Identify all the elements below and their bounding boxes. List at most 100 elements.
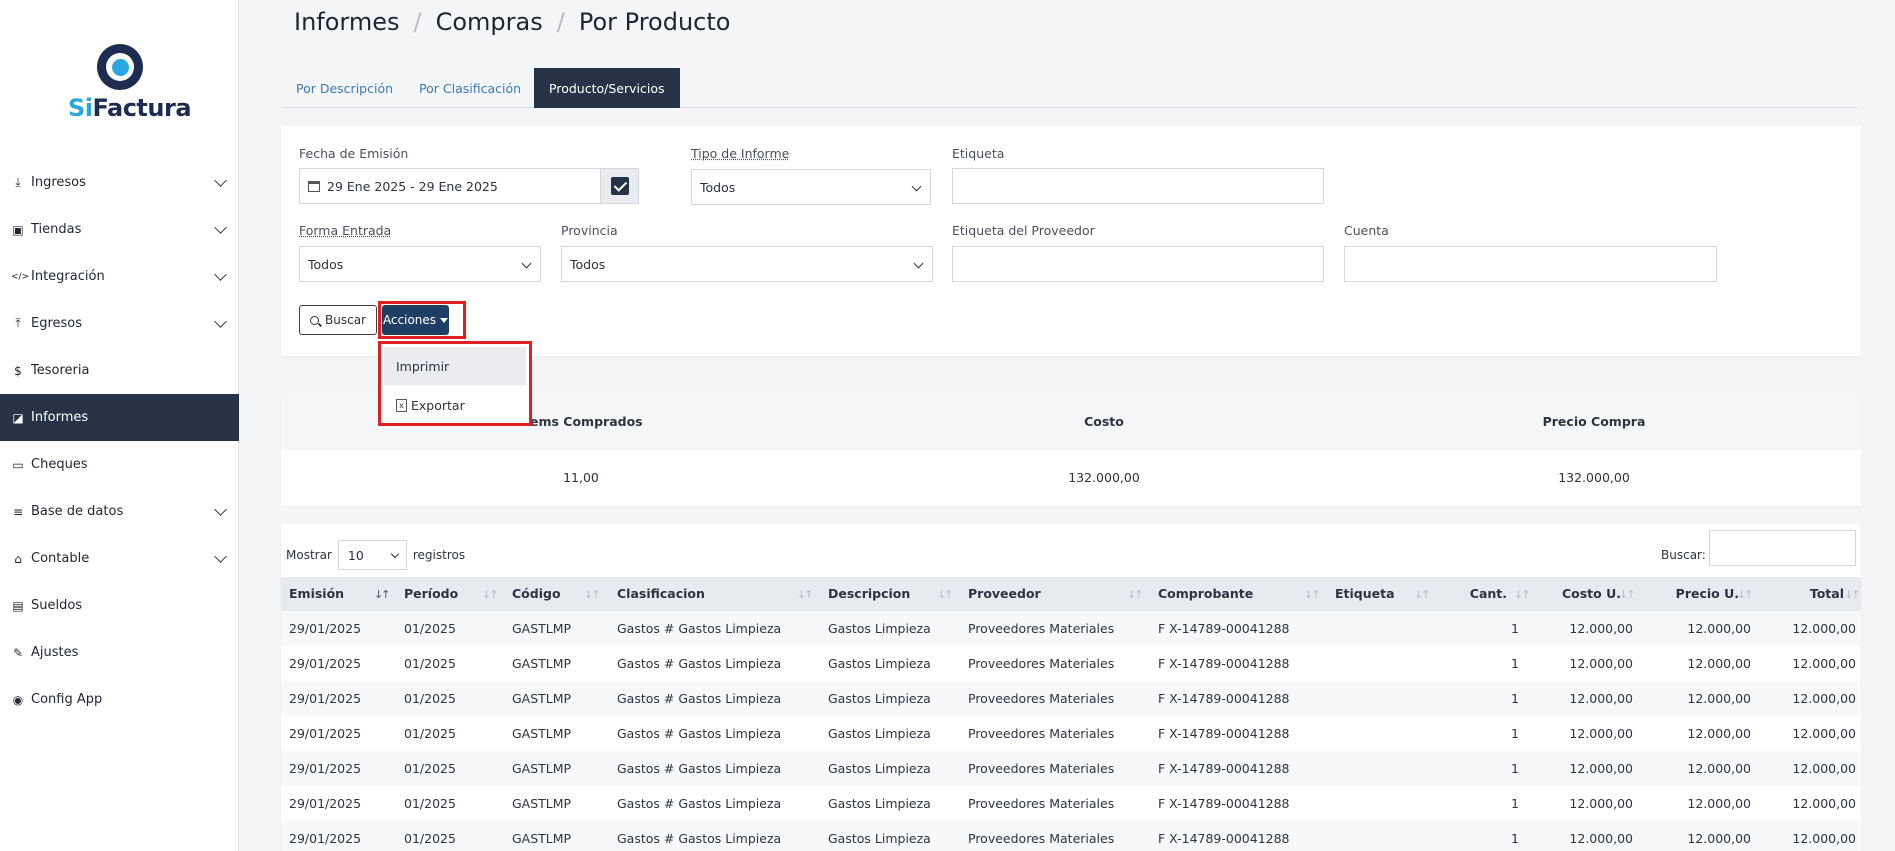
summary-header-precio: Precio Compra — [1542, 414, 1646, 429]
table-row[interactable]: 29/01/2025 01/2025 GASTLMP Gastos # Gastos … — [281, 751, 1861, 786]
sidebar-item-config-app[interactable]: ◉ Config App — [0, 676, 239, 723]
chevron-down-icon[interactable] — [214, 268, 227, 281]
breadcrumb-item-compras[interactable]: Compras — [436, 8, 543, 36]
sort-icon[interactable]: ↓↑ — [1514, 588, 1531, 601]
etiqueta-input[interactable] — [952, 168, 1324, 204]
table-cell: Gastos # Gastos Limpieza — [617, 656, 782, 671]
sidebar-item-informes[interactable]: ◪ Informes — [0, 394, 239, 441]
table-cell: Proveedores Materiales — [968, 761, 1115, 776]
chevron-down-icon[interactable] — [214, 315, 227, 328]
breadcrumb-separator: / — [413, 8, 422, 36]
table-row[interactable]: 29/01/2025 01/2025 GASTLMP Gastos # Gastos … — [281, 611, 1861, 646]
book-icon: ▤ — [12, 598, 24, 613]
column-header-comprobante[interactable]: Comprobante — [1158, 577, 1253, 611]
column-header-total[interactable]: Total — [1810, 577, 1844, 611]
sort-icon[interactable]: ↓↑ — [797, 588, 814, 601]
forma-entrada-label: Forma Entrada — [299, 223, 392, 238]
sort-icon[interactable]: ↓↑ — [937, 588, 954, 601]
provincia-select[interactable]: Todos — [561, 246, 933, 282]
menu-item-exportar[interactable]: x Exportar — [384, 386, 526, 424]
table-row[interactable]: 29/01/2025 01/2025 GASTLMP Gastos # Gastos … — [281, 681, 1861, 716]
sidebar-item-ingresos[interactable]: ⤓ Ingresos — [0, 159, 239, 206]
cuenta-input[interactable] — [1344, 246, 1717, 282]
table-cell: 29/01/2025 — [289, 761, 362, 776]
sidebar-item-ajustes[interactable]: ✎ Ajustes — [0, 629, 239, 676]
chevron-down-icon[interactable] — [214, 221, 227, 234]
sort-icon[interactable]: ↓↑ — [1414, 588, 1431, 601]
page-length-select[interactable]: 10 — [337, 540, 407, 570]
column-header-período[interactable]: Período — [404, 577, 458, 611]
table-cell: Proveedores Materiales — [968, 796, 1115, 811]
table-cell: F X-14789-00041288 — [1158, 656, 1290, 671]
table-row[interactable]: 29/01/2025 01/2025 GASTLMP Gastos # Gastos … — [281, 821, 1861, 851]
database-icon: ≡ — [12, 504, 24, 519]
tab-por-clasificacion[interactable]: Por Clasificación — [406, 68, 534, 108]
chevron-down-icon — [911, 181, 922, 192]
sort-icon[interactable]: ↓↑ — [1844, 588, 1861, 601]
provincia-value: Todos — [570, 256, 606, 272]
sidebar-item-cheques[interactable]: ▭ Cheques — [0, 441, 239, 488]
table-search-input[interactable] — [1709, 530, 1856, 566]
tab-producto-servicios[interactable]: Producto/Servicios — [534, 68, 680, 108]
menu-item-exportar-label: Exportar — [411, 397, 465, 413]
table-cell: Gastos # Gastos Limpieza — [617, 761, 782, 776]
tipo-informe-select[interactable]: Todos — [691, 169, 931, 205]
column-header-proveedor[interactable]: Proveedor — [968, 577, 1041, 611]
column-header-cant[interactable]: Cant. — [1470, 577, 1507, 611]
column-header-clasificacion[interactable]: Clasificacion — [617, 577, 705, 611]
sidebar-item-sueldos[interactable]: ▤ Sueldos — [0, 582, 239, 629]
etiqueta-proveedor-label: Etiqueta del Proveedor — [952, 223, 1095, 238]
column-header-etiqueta[interactable]: Etiqueta — [1335, 577, 1395, 611]
sidebar-item-tesoreria[interactable]: $ Tesoreria — [0, 347, 239, 394]
logo-mark-icon — [97, 44, 143, 90]
summary-value-items: 11,00 — [563, 470, 599, 485]
chevron-down-icon[interactable] — [214, 503, 227, 516]
sort-desc-icon[interactable]: ↓↑ — [374, 588, 391, 601]
fecha-emision-field[interactable]: 29 Ene 2025 - 29 Ene 2025 — [299, 168, 639, 204]
excel-file-icon: x — [396, 398, 407, 412]
column-header-precio-u[interactable]: Precio U. — [1676, 577, 1739, 611]
tab-por-descripcion[interactable]: Por Descripción — [283, 68, 406, 108]
sidebar-item-label: Ingresos — [31, 175, 86, 190]
table-row[interactable]: 29/01/2025 01/2025 GASTLMP Gastos # Gastos … — [281, 716, 1861, 751]
chevron-down-icon — [390, 549, 400, 559]
sidebar-item-label: Tesoreria — [31, 363, 90, 378]
sidebar-item-base-de-datos[interactable]: ≡ Base de datos — [0, 488, 239, 535]
breadcrumb: Informes / Compras / Por Producto — [294, 8, 730, 36]
table-cell: Gastos Limpieza — [828, 726, 931, 741]
apply-date-checkbox[interactable] — [600, 169, 638, 203]
sort-icon[interactable]: ↓↑ — [1127, 588, 1144, 601]
etiqueta-proveedor-input[interactable] — [952, 246, 1324, 282]
sifactura-logo[interactable]: SiFactura — [68, 44, 192, 122]
sidebar-item-label: Tiendas — [31, 222, 82, 237]
search-icon — [310, 315, 319, 325]
sort-icon[interactable]: ↓↑ — [1304, 588, 1321, 601]
acciones-highlight — [378, 301, 466, 339]
sidebar-item-tiendas[interactable]: ▣ Tiendas — [0, 206, 239, 253]
table-row[interactable]: 29/01/2025 01/2025 GASTLMP Gastos # Gastos … — [281, 646, 1861, 681]
sidebar-item-egresos[interactable]: ⤒ Egresos — [0, 300, 239, 347]
column-header-descripcion[interactable]: Descripcion — [828, 577, 910, 611]
credit-card-icon: ▭ — [12, 457, 24, 472]
sort-icon[interactable]: ↓↑ — [584, 588, 601, 601]
table-cell: 12.000,00 — [1792, 621, 1856, 636]
sidebar-item-label: Ajustes — [31, 645, 79, 660]
table-row[interactable]: 29/01/2025 01/2025 GASTLMP Gastos # Gastos … — [281, 786, 1861, 821]
menu-item-imprimir[interactable]: Imprimir — [384, 347, 526, 385]
chevron-down-icon[interactable] — [214, 550, 227, 563]
buscar-button[interactable]: Buscar — [299, 305, 377, 335]
column-header-emisión[interactable]: Emisión — [289, 577, 344, 611]
sort-icon[interactable]: ↓↑ — [482, 588, 499, 601]
table-cell: 01/2025 — [404, 726, 456, 741]
sort-icon[interactable]: ↓↑ — [1619, 588, 1636, 601]
sidebar-item-integraci-n[interactable]: </> Integración — [0, 253, 239, 300]
sort-icon[interactable]: ↓↑ — [1737, 588, 1754, 601]
sidebar-item-contable[interactable]: ⌂ Contable — [0, 535, 239, 582]
chevron-down-icon[interactable] — [214, 174, 227, 187]
sidebar: SiFactura ⤓ Ingresos ▣ Tiendas </> Integració… — [0, 0, 239, 851]
column-header-código[interactable]: Código — [512, 577, 561, 611]
breadcrumb-item-informes[interactable]: Informes — [294, 8, 400, 36]
forma-entrada-select[interactable]: Todos — [299, 246, 541, 282]
sidebar-nav: ⤓ Ingresos ▣ Tiendas </> Integración ⤒ Egresos $… — [0, 159, 239, 723]
column-header-costo-u[interactable]: Costo U. — [1562, 577, 1621, 611]
